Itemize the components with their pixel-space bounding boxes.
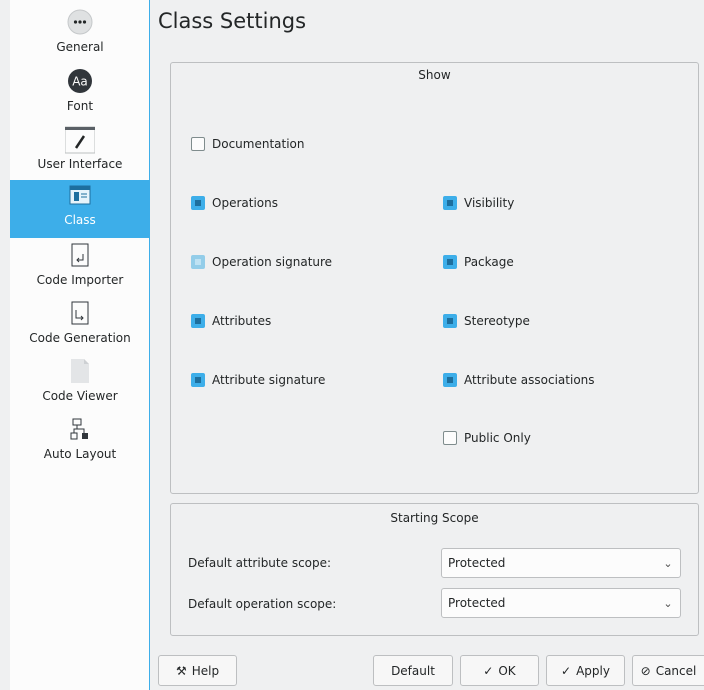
attribute-scope-select[interactable]: Protected ⌄ [441, 548, 681, 578]
operations-checkbox[interactable]: Operations [191, 196, 278, 210]
checkbox-label: Stereotype [464, 314, 530, 328]
starting-scope-group: Starting Scope Default attribute scope: … [170, 503, 699, 636]
checkbox-box [191, 137, 205, 151]
layout-icon [69, 414, 91, 444]
sidebar: General Aa Font User Interface Class Cod… [10, 0, 150, 690]
font-icon: Aa [67, 66, 93, 96]
package-checkbox[interactable]: Package [443, 255, 514, 269]
attribute-scope-label: Default attribute scope: [188, 556, 332, 570]
starting-scope-title: Starting Scope [390, 511, 479, 525]
button-label: Help [191, 663, 220, 678]
attribute-associations-checkbox[interactable]: Attribute associations [443, 373, 595, 387]
checkbox-box [443, 373, 457, 387]
checkbox-label: Public Only [464, 431, 531, 445]
default-button[interactable]: Default [373, 655, 453, 686]
select-value: Protected [448, 596, 506, 610]
select-value: Protected [448, 556, 506, 570]
export-icon [69, 298, 91, 328]
ellipsis-icon [67, 7, 93, 37]
button-label: Default [391, 663, 435, 678]
document-icon [69, 356, 91, 386]
sidebar-item-code-importer[interactable]: Code Importer [10, 240, 150, 298]
public-only-checkbox[interactable]: Public Only [443, 431, 531, 445]
checkmark-icon: ✓ [561, 663, 572, 678]
sidebar-item-font[interactable]: Aa Font [10, 66, 150, 124]
sidebar-item-code-viewer[interactable]: Code Viewer [10, 356, 150, 414]
checkbox-box [443, 196, 457, 210]
checkbox-box [443, 314, 457, 328]
checkbox-box [443, 255, 457, 269]
sidebar-item-label: Class [64, 213, 96, 227]
import-icon [69, 240, 91, 270]
ok-button[interactable]: ✓ OK [460, 655, 539, 686]
sidebar-item-label: Code Importer [36, 273, 124, 287]
documentation-checkbox[interactable]: Documentation [191, 137, 305, 151]
sidebar-item-label: General [56, 40, 104, 54]
checkbox-label: Documentation [212, 137, 305, 151]
checkbox-label: Operations [212, 196, 278, 210]
show-group-title: Show [418, 68, 451, 82]
sidebar-item-user-interface[interactable]: User Interface [10, 124, 150, 182]
show-group: Show Documentation Operations Visibility… [170, 62, 699, 494]
sidebar-item-label: User Interface [37, 157, 123, 171]
sidebar-item-class[interactable]: Class [10, 180, 150, 238]
help-icon: ⚒ [175, 663, 187, 678]
button-label: Cancel [655, 663, 697, 678]
sidebar-item-general[interactable]: General [10, 7, 150, 65]
class-icon [69, 180, 91, 210]
sidebar-item-auto-layout[interactable]: Auto Layout [10, 414, 150, 472]
cancel-icon: ⊘ [640, 663, 651, 678]
checkbox-label: Operation signature [212, 255, 333, 269]
checkbox-label: Package [464, 255, 514, 269]
cancel-button[interactable]: ⊘ Cancel [632, 655, 704, 686]
operation-signature-checkbox[interactable]: Operation signature [191, 255, 332, 269]
checkmark-icon: ✓ [483, 663, 494, 678]
sidebar-item-code-generation[interactable]: Code Generation [10, 298, 150, 356]
operation-scope-select[interactable]: Protected ⌄ [441, 588, 681, 618]
button-label: OK [498, 663, 516, 678]
chevron-down-icon: ⌄ [663, 596, 673, 610]
chevron-down-icon: ⌄ [663, 556, 673, 570]
attribute-signature-checkbox[interactable]: Attribute signature [191, 373, 325, 387]
brush-window-icon [65, 124, 95, 154]
checkbox-box [191, 196, 205, 210]
attributes-checkbox[interactable]: Attributes [191, 314, 271, 328]
apply-button[interactable]: ✓ Apply [546, 655, 625, 686]
sidebar-item-label: Auto Layout [43, 447, 117, 461]
checkbox-label: Attribute associations [464, 373, 595, 387]
checkbox-label: Attribute signature [212, 373, 326, 387]
sidebar-item-label: Code Viewer [42, 389, 118, 403]
checkbox-box [191, 314, 205, 328]
operation-scope-label: Default operation scope: [188, 597, 337, 611]
checkbox-box [191, 373, 205, 387]
stereotype-checkbox[interactable]: Stereotype [443, 314, 530, 328]
checkbox-label: Attributes [212, 314, 272, 328]
sidebar-item-label: Code Generation [29, 331, 131, 345]
checkbox-label: Visibility [464, 196, 515, 210]
help-button[interactable]: ⚒ Help [158, 655, 237, 686]
svg-text:Aa: Aa [72, 75, 88, 89]
checkbox-box [191, 255, 205, 269]
visibility-checkbox[interactable]: Visibility [443, 196, 514, 210]
checkbox-box [443, 431, 457, 445]
button-label: Apply [576, 663, 610, 678]
sidebar-item-label: Font [66, 99, 94, 113]
page-title: Class Settings [158, 9, 307, 33]
